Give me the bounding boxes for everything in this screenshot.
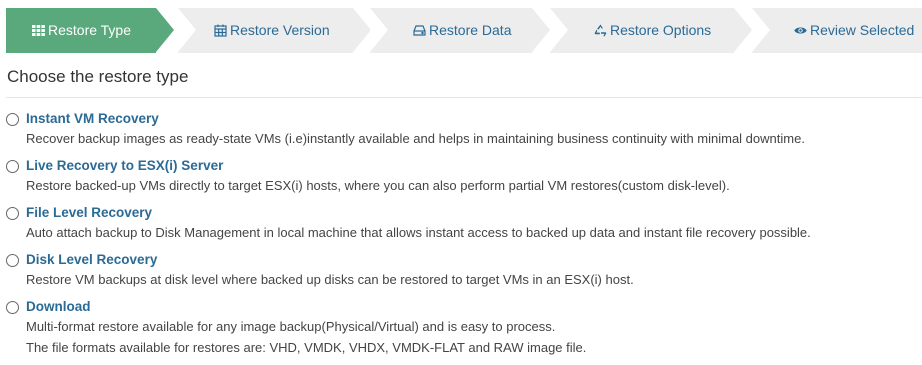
step-label: Restore Options	[610, 22, 712, 38]
option-title[interactable]: File Level Recovery	[26, 205, 152, 220]
option-title[interactable]: Disk Level Recovery	[26, 252, 157, 267]
option-live-recovery-esx: Live Recovery to ESX(i) Server Restore b…	[6, 158, 922, 198]
option-description: Auto attach backup to Disk Management in…	[26, 225, 811, 240]
step-label: Restore Version	[230, 22, 330, 38]
step-restore-data[interactable]: Restore Data	[370, 8, 552, 53]
step-restore-version[interactable]: Restore Version	[178, 8, 373, 53]
option-title[interactable]: Live Recovery to ESX(i) Server	[26, 158, 223, 173]
option-description: Multi-format restore available for any i…	[26, 319, 556, 334]
option-description: Restore VM backups at disk level where b…	[26, 272, 634, 287]
recycle-icon	[594, 24, 607, 37]
option-description-formats: The file formats available for restores …	[26, 340, 587, 355]
option-download: Download Multi-format restore available …	[6, 299, 922, 359]
page-title: Choose the restore type	[7, 67, 189, 86]
step-label: Restore Type	[48, 22, 132, 38]
live-recovery-esx-radio[interactable]	[6, 160, 19, 173]
option-title[interactable]: Instant VM Recovery	[26, 111, 159, 126]
file-level-recovery-radio[interactable]	[6, 207, 19, 220]
instant-vm-recovery-radio[interactable]	[6, 113, 19, 126]
grid-icon	[32, 24, 45, 37]
restore-wizard-steps: Restore Type Restore Version Restore Dat…	[6, 8, 922, 53]
divider	[6, 97, 922, 98]
option-file-level-recovery: File Level Recovery Auto attach backup t…	[6, 205, 922, 245]
step-label: Review Selected	[810, 22, 915, 38]
option-title[interactable]: Download	[26, 299, 91, 314]
calendar-icon	[214, 24, 227, 37]
step-restore-options[interactable]: Restore Options	[550, 8, 754, 53]
step-review-selected[interactable]: Review Selected	[752, 8, 922, 53]
option-disk-level-recovery: Disk Level Recovery Restore VM backups a…	[6, 252, 922, 292]
hard-drive-icon	[413, 24, 426, 37]
download-radio[interactable]	[6, 301, 19, 314]
disk-level-recovery-radio[interactable]	[6, 254, 19, 267]
step-restore-type[interactable]: Restore Type	[6, 8, 176, 53]
option-instant-vm-recovery: Instant VM Recovery Recover backup image…	[6, 111, 922, 151]
option-description: Recover backup images as ready-state VMs…	[26, 131, 805, 146]
eye-icon	[794, 24, 807, 37]
option-description: Restore backed-up VMs directly to target…	[26, 178, 730, 193]
step-label: Restore Data	[429, 22, 512, 38]
